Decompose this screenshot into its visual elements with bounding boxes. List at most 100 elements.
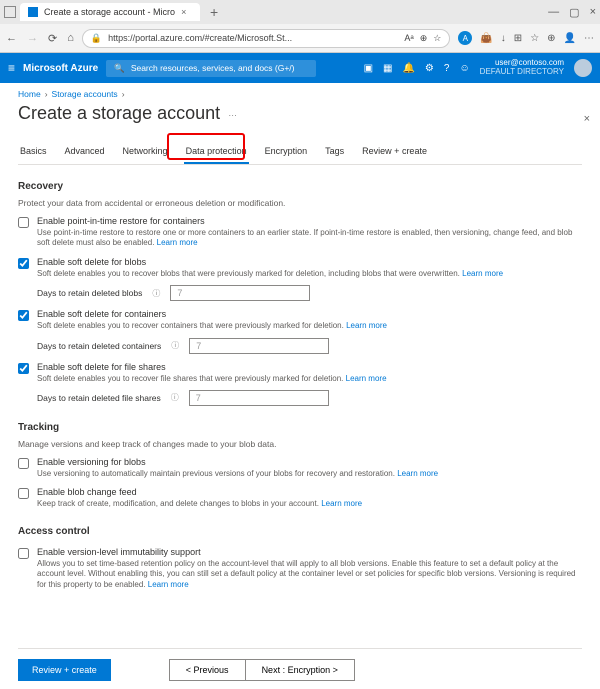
favorite-icon[interactable]: ☆: [433, 33, 441, 44]
page-title: Create a storage account: [18, 103, 220, 124]
section-recovery-desc: Protect your data from accidental or err…: [18, 198, 582, 208]
pitr-learn-more[interactable]: Learn more: [157, 238, 198, 247]
checkbox-versioning[interactable]: [18, 458, 29, 469]
review-create-button[interactable]: Review + create: [18, 659, 111, 681]
forward-icon[interactable]: →: [27, 32, 38, 45]
pitr-desc: Use point-in-time restore to restore one…: [37, 228, 572, 247]
info-icon[interactable]: ⓘ: [171, 392, 179, 403]
search-placeholder: Search resources, services, and docs (G+…: [131, 63, 295, 73]
changefeed-learn-more[interactable]: Learn more: [321, 499, 362, 508]
help-icon[interactable]: ?: [444, 63, 450, 74]
home-icon[interactable]: ⌂: [67, 32, 74, 45]
search-icon: 🔍: [114, 63, 125, 74]
checkbox-pitr[interactable]: [18, 217, 29, 228]
azure-search[interactable]: 🔍 Search resources, services, and docs (…: [106, 60, 316, 77]
downloads-icon[interactable]: ↓: [501, 33, 506, 44]
versioning-desc: Use versioning to automatically maintain…: [37, 469, 395, 478]
sdf-days-label: Days to retain deleted file shares: [37, 393, 161, 403]
immut-learn-more[interactable]: Learn more: [148, 580, 189, 589]
user-info[interactable]: user@contoso.com DEFAULT DIRECTORY: [480, 59, 564, 77]
avatar[interactable]: [574, 59, 592, 77]
versioning-learn-more[interactable]: Learn more: [397, 469, 438, 478]
tab-encryption[interactable]: Encryption: [263, 140, 310, 164]
close-window-icon[interactable]: ×: [590, 6, 596, 19]
feedback-icon[interactable]: ☺: [459, 63, 469, 74]
collections-icon[interactable]: ⊕: [547, 33, 555, 44]
sdb-learn-more[interactable]: Learn more: [462, 269, 503, 278]
address-bar[interactable]: 🔒 https://portal.azure.com/#create/Micro…: [82, 29, 450, 48]
changefeed-desc: Keep track of create, modification, and …: [37, 499, 319, 508]
tab-data-protection[interactable]: Data protection: [184, 140, 249, 164]
info-icon[interactable]: ⓘ: [171, 340, 179, 351]
section-recovery-heading: Recovery: [18, 181, 582, 192]
url-text: https://portal.azure.com/#create/Microso…: [108, 33, 292, 43]
close-tab-icon[interactable]: ×: [181, 7, 186, 17]
new-tab-button[interactable]: +: [204, 4, 224, 20]
breadcrumb-home[interactable]: Home: [18, 89, 41, 99]
wizard-tabs: Basics Advanced Networking Data protecti…: [18, 140, 582, 165]
pitr-title: Enable point-in-time restore for contain…: [37, 216, 582, 226]
next-button[interactable]: Next : Encryption >: [245, 659, 355, 681]
checkbox-soft-delete-blobs[interactable]: [18, 258, 29, 269]
tab-basics[interactable]: Basics: [18, 140, 49, 164]
maximize-icon[interactable]: ▢: [569, 6, 579, 19]
checkbox-changefeed[interactable]: [18, 488, 29, 499]
favicon-icon: [28, 7, 38, 17]
sdc-title: Enable soft delete for containers: [37, 309, 582, 319]
settings-icon[interactable]: ⚙: [425, 63, 434, 74]
tab-title: Create a storage account - Micro: [44, 7, 175, 17]
checkbox-soft-delete-fileshares[interactable]: [18, 363, 29, 374]
close-blade-icon[interactable]: ×: [584, 113, 590, 125]
tab-tags[interactable]: Tags: [323, 140, 346, 164]
wizard-footer: Review + create < Previous Next : Encryp…: [18, 648, 582, 681]
sdf-learn-more[interactable]: Learn more: [346, 374, 387, 383]
sdf-desc: Soft delete enables you to recover file …: [37, 374, 343, 383]
shopping-icon[interactable]: 👜: [480, 33, 492, 44]
directory-icon[interactable]: ▦: [383, 63, 392, 74]
profile-icon[interactable]: 👤: [564, 33, 576, 44]
sdc-desc: Soft delete enables you to recover conta…: [37, 321, 344, 330]
azure-header: ≡ Microsoft Azure 🔍 Search resources, se…: [0, 53, 600, 83]
cloud-shell-icon[interactable]: ▣: [364, 63, 373, 74]
favorites-bar-icon[interactable]: ☆: [530, 33, 539, 44]
previous-button[interactable]: < Previous: [169, 659, 245, 681]
sdf-days-input[interactable]: [189, 390, 329, 406]
tab-networking[interactable]: Networking: [121, 140, 170, 164]
extensions-icon[interactable]: ⊞: [514, 33, 522, 44]
hamburger-icon[interactable]: ≡: [8, 61, 15, 75]
sdc-days-input[interactable]: [189, 338, 329, 354]
zoom-icon[interactable]: ⊕: [420, 33, 428, 44]
info-icon[interactable]: ⓘ: [152, 288, 160, 299]
minimize-icon[interactable]: —: [548, 6, 559, 19]
browser-tab[interactable]: Create a storage account - Micro ×: [20, 3, 200, 21]
reader-icon[interactable]: Aᵃ: [404, 33, 413, 43]
notifications-icon[interactable]: 🔔: [402, 63, 414, 74]
sdf-title: Enable soft delete for file shares: [37, 362, 582, 372]
refresh-icon[interactable]: ⟳: [48, 32, 57, 45]
tab-advanced[interactable]: Advanced: [63, 140, 107, 164]
sdc-days-label: Days to retain deleted containers: [37, 341, 161, 351]
back-icon[interactable]: ←: [6, 32, 17, 45]
user-directory: DEFAULT DIRECTORY: [480, 68, 564, 77]
section-tracking-desc: Manage versions and keep track of change…: [18, 439, 582, 449]
azure-brand[interactable]: Microsoft Azure: [23, 63, 98, 74]
section-access-heading: Access control: [18, 526, 582, 537]
page-more-icon[interactable]: …: [228, 108, 237, 118]
sdb-days-input[interactable]: [170, 285, 310, 301]
lock-icon: 🔒: [91, 33, 102, 44]
account-badge-icon[interactable]: A: [458, 31, 472, 45]
sdc-learn-more[interactable]: Learn more: [346, 321, 387, 330]
versioning-title: Enable versioning for blobs: [37, 457, 582, 467]
immut-title: Enable version-level immutability suppor…: [37, 547, 582, 557]
tab-list-icon[interactable]: [4, 6, 16, 18]
more-icon[interactable]: ⋯: [584, 33, 594, 44]
tab-review[interactable]: Review + create: [360, 140, 429, 164]
checkbox-immutability[interactable]: [18, 548, 29, 559]
sdb-days-label: Days to retain deleted blobs: [37, 288, 142, 298]
section-tracking-heading: Tracking: [18, 422, 582, 433]
immut-desc: Allows you to set time-based retention p…: [37, 559, 576, 589]
breadcrumb-storage[interactable]: Storage accounts: [52, 89, 118, 99]
changefeed-title: Enable blob change feed: [37, 487, 582, 497]
sdb-desc: Soft delete enables you to recover blobs…: [37, 269, 460, 278]
checkbox-soft-delete-containers[interactable]: [18, 310, 29, 321]
